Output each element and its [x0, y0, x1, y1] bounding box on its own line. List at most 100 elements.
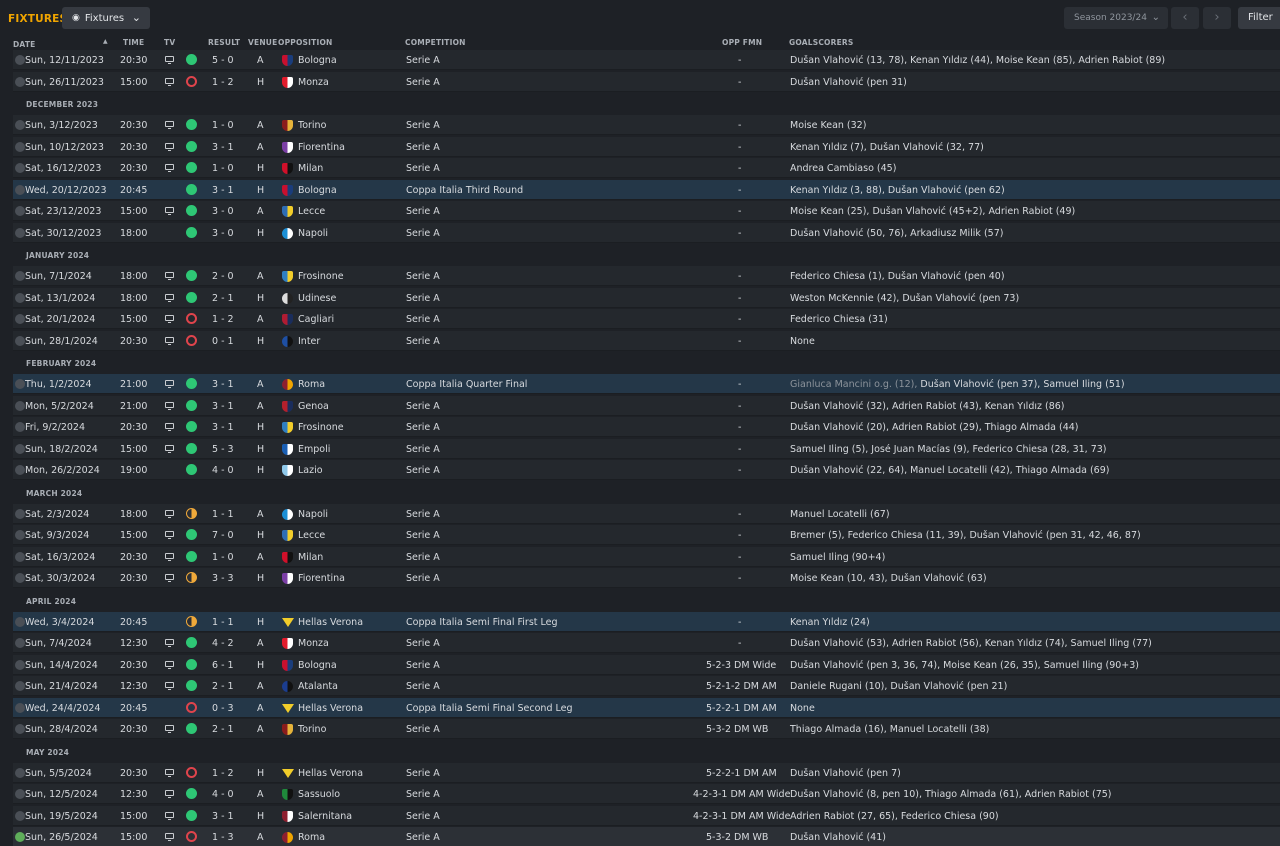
opposition-cell[interactable]: Inter [298, 336, 320, 347]
opposition-cell[interactable]: Monza [298, 77, 329, 88]
competition-cell[interactable]: Serie A [406, 314, 440, 325]
opposition-cell[interactable]: Genoa [298, 401, 329, 412]
competition-cell[interactable]: Serie A [406, 789, 440, 800]
table-row[interactable]: Wed, 24/4/2024 20:45 0 - 3 A Hellas Verona Co… [13, 697, 1280, 718]
select-checkbox[interactable] [15, 314, 25, 324]
competition-cell[interactable]: Coppa Italia Quarter Final [406, 379, 527, 390]
filter-button[interactable]: Filter [1238, 7, 1280, 29]
select-checkbox[interactable] [15, 379, 25, 389]
competition-cell[interactable]: Serie A [406, 55, 440, 66]
opposition-cell[interactable]: Lecce [298, 530, 325, 541]
opposition-cell[interactable]: Salernitana [298, 811, 352, 822]
table-row[interactable]: Sun, 12/5/2024 12:30 4 - 0 A Sassuolo Serie A… [13, 784, 1280, 804]
competition-cell[interactable]: Serie A [406, 530, 440, 541]
select-checkbox[interactable] [15, 465, 25, 475]
opposition-cell[interactable]: Empoli [298, 444, 330, 455]
opposition-cell[interactable]: Roma [298, 379, 325, 390]
opposition-cell[interactable]: Hellas Verona [298, 768, 363, 779]
opposition-cell[interactable]: Milan [298, 552, 323, 563]
table-row[interactable]: Sun, 10/12/2023 20:30 3 - 1 A Fiorentina Seri… [13, 136, 1280, 157]
prev-season-button[interactable]: ‹ [1171, 7, 1199, 29]
select-checkbox[interactable] [15, 616, 25, 627]
select-checkbox[interactable] [15, 271, 25, 281]
table-row[interactable]: Sun, 21/4/2024 12:30 2 - 1 A Atalanta Serie A… [13, 676, 1280, 696]
competition-cell[interactable]: Serie A [406, 120, 440, 131]
table-row[interactable]: Sat, 16/3/2024 20:30 1 - 0 A Milan Serie A - Sa… [13, 546, 1280, 567]
table-row[interactable]: Fri, 9/2/2024 20:30 3 - 1 H Frosinone Serie A… [13, 417, 1280, 437]
opposition-cell[interactable]: Atalanta [298, 681, 338, 692]
opposition-cell[interactable]: Cagliari [298, 314, 334, 325]
select-checkbox[interactable] [15, 76, 25, 87]
opposition-cell[interactable]: Frosinone [298, 422, 344, 433]
opposition-cell[interactable]: Udinese [298, 293, 336, 304]
table-row[interactable]: Sat, 2/3/2024 18:00 1 - 1 A Napoli Serie A - Ma… [13, 503, 1280, 524]
competition-cell[interactable]: Serie A [406, 811, 440, 822]
opposition-cell[interactable]: Bologna [298, 660, 337, 671]
select-checkbox[interactable] [15, 141, 25, 152]
opposition-cell[interactable]: Hellas Verona [298, 703, 363, 714]
select-checkbox[interactable] [15, 832, 25, 842]
competition-cell[interactable]: Serie A [406, 77, 440, 88]
opposition-cell[interactable]: Lazio [298, 465, 323, 476]
select-checkbox[interactable] [15, 681, 25, 691]
opposition-cell[interactable]: Napoli [298, 228, 328, 239]
col-time[interactable]: TIME [123, 38, 144, 47]
select-checkbox[interactable] [15, 789, 25, 799]
table-row[interactable]: Sun, 26/5/2024 15:00 1 - 3 A Roma Serie A 5-3-… [13, 827, 1280, 846]
select-checkbox[interactable] [15, 227, 25, 238]
table-row[interactable]: Sat, 30/3/2024 20:30 3 - 3 H Fiorentina Serie… [13, 568, 1280, 588]
select-checkbox[interactable] [15, 724, 25, 734]
view-dropdown[interactable]: ◉ Fixtures ⌄ [62, 7, 150, 29]
select-checkbox[interactable] [15, 530, 25, 540]
competition-cell[interactable]: Serie A [406, 552, 440, 563]
competition-cell[interactable]: Coppa Italia Semi Final First Leg [406, 617, 558, 628]
table-row[interactable]: Sun, 28/1/2024 20:30 0 - 1 H Inter Serie A - No… [13, 330, 1280, 351]
select-checkbox[interactable] [15, 120, 25, 130]
opposition-cell[interactable]: Bologna [298, 55, 337, 66]
col-result[interactable]: RESULT [208, 38, 240, 47]
opposition-cell[interactable]: Napoli [298, 509, 328, 520]
competition-cell[interactable]: Serie A [406, 142, 440, 153]
competition-cell[interactable]: Serie A [406, 681, 440, 692]
table-row[interactable]: Sat, 13/1/2024 18:00 2 - 1 H Udinese Serie A -… [13, 287, 1280, 308]
competition-cell[interactable]: Serie A [406, 293, 440, 304]
table-row[interactable]: Wed, 3/4/2024 20:45 1 - 1 H Hellas Verona Cop… [13, 611, 1280, 632]
competition-cell[interactable]: Serie A [406, 573, 440, 584]
select-checkbox[interactable] [15, 573, 25, 583]
table-row[interactable]: Sat, 30/12/2023 18:00 3 - 0 H Napoli Serie A -… [13, 222, 1280, 243]
table-row[interactable]: Sun, 28/4/2024 20:30 2 - 1 A Torino Serie A 5-… [13, 719, 1280, 739]
select-checkbox[interactable] [15, 702, 25, 713]
table-row[interactable]: Sat, 9/3/2024 15:00 7 - 0 H Lecce Serie A - Bre… [13, 525, 1280, 545]
select-checkbox[interactable] [15, 810, 25, 821]
select-checkbox[interactable] [15, 184, 25, 195]
table-row[interactable]: Sat, 16/12/2023 20:30 1 - 0 H Milan Serie A - A… [13, 158, 1280, 178]
select-checkbox[interactable] [15, 443, 25, 454]
table-row[interactable]: Sun, 18/2/2024 15:00 5 - 3 H Empoli Serie A - S… [13, 438, 1280, 459]
select-checkbox[interactable] [15, 400, 25, 411]
select-checkbox[interactable] [15, 638, 25, 648]
competition-cell[interactable]: Serie A [406, 336, 440, 347]
competition-cell[interactable]: Serie A [406, 228, 440, 239]
competition-cell[interactable]: Serie A [406, 768, 440, 779]
opposition-cell[interactable]: Hellas Verona [298, 617, 363, 628]
opposition-cell[interactable]: Fiorentina [298, 142, 345, 153]
opposition-cell[interactable]: Fiorentina [298, 573, 345, 584]
competition-cell[interactable]: Serie A [406, 509, 440, 520]
competition-cell[interactable]: Serie A [406, 163, 440, 174]
select-checkbox[interactable] [15, 335, 25, 346]
table-row[interactable]: Mon, 26/2/2024 19:00 4 - 0 H Lazio Serie A - Du… [13, 460, 1280, 480]
table-row[interactable]: Sun, 3/12/2023 20:30 1 - 0 A Torino Serie A - M… [13, 115, 1280, 135]
competition-cell[interactable]: Serie A [406, 206, 440, 217]
opposition-cell[interactable]: Roma [298, 832, 325, 843]
select-checkbox[interactable] [15, 551, 25, 562]
competition-cell[interactable]: Serie A [406, 271, 440, 282]
opposition-cell[interactable]: Torino [298, 724, 326, 735]
competition-cell[interactable]: Serie A [406, 465, 440, 476]
opposition-cell[interactable]: Sassuolo [298, 789, 340, 800]
select-checkbox[interactable] [15, 767, 25, 778]
table-row[interactable]: Sat, 23/12/2023 15:00 3 - 0 A Lecce Serie A - M… [13, 201, 1280, 221]
select-checkbox[interactable] [15, 292, 25, 303]
competition-cell[interactable]: Serie A [406, 401, 440, 412]
table-row[interactable]: Wed, 20/12/2023 20:45 3 - 1 H Bologna Coppa I… [13, 179, 1280, 200]
competition-cell[interactable]: Serie A [406, 660, 440, 671]
